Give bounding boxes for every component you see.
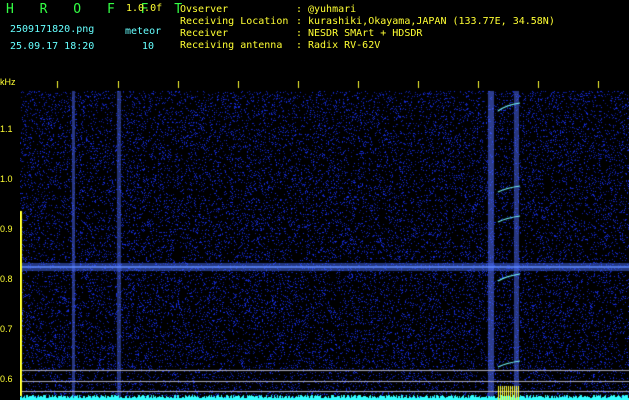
freq-tick-label: 0.9 [0, 224, 13, 234]
info-sep: : [296, 4, 303, 15]
freq-tick-label: 1.0 [0, 174, 13, 184]
app-version: 1.0.0f [126, 3, 163, 14]
info-sep: : [296, 40, 303, 51]
info-label-location: Receiving Location [180, 16, 289, 27]
mode-value: 10 [142, 41, 155, 52]
info-sep: : [296, 28, 303, 39]
info-value-receiver: NESDR SMArt + HDSDR [308, 28, 423, 39]
info-sep: : [296, 16, 303, 27]
spectrogram-plot[interactable] [20, 81, 629, 400]
freq-tick-label: 0.7 [0, 324, 13, 334]
file-name: 2509171820.png [10, 24, 95, 35]
app-logo: H R O F F T [6, 2, 192, 17]
freq-tick-label: 0.6 [0, 374, 13, 384]
info-label-receiver: Receiver [180, 28, 229, 39]
info-value-location: kurashiki,Okayama,JAPAN (133.77E, 34.58N… [308, 16, 555, 27]
info-label-observer: Ovserver [180, 4, 229, 15]
spectrogram-canvas[interactable] [20, 81, 629, 400]
info-value-observer: @yuhmari [308, 4, 357, 15]
date-time: 25.09.17 18:20 [10, 41, 95, 52]
freq-tick-label: 1.1 [0, 124, 13, 134]
info-label-antenna: Receiving antenna [180, 40, 283, 51]
freq-tick-label: 0.8 [0, 274, 13, 284]
freq-unit-label: kHz [0, 77, 16, 87]
info-value-antenna: Radix RV-62V [308, 40, 381, 51]
mode-label: meteor [125, 26, 162, 37]
